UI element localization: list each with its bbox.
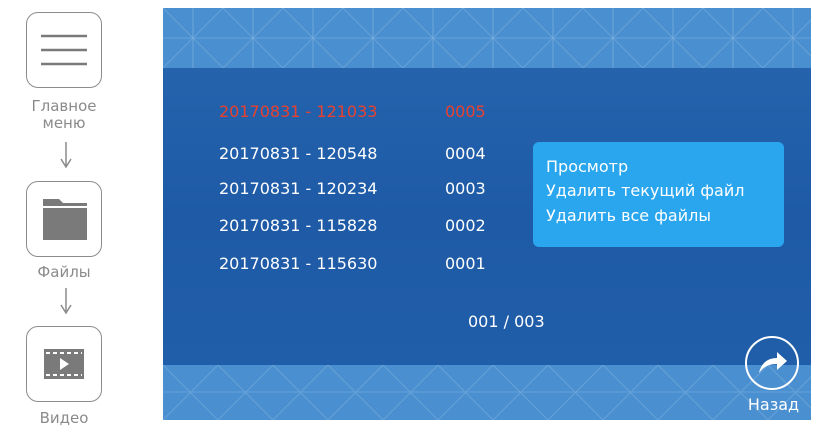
file-row[interactable]: 20170831 - 121033 0005	[219, 102, 519, 126]
file-number: 0002	[445, 216, 486, 235]
file-number: 0001	[445, 254, 486, 273]
context-menu: Просмотр Удалить текущий файл Удалить вс…	[533, 142, 784, 247]
files-button[interactable]	[26, 181, 102, 257]
file-row[interactable]: 20170831 - 115828 0002	[219, 216, 519, 240]
file-number: 0005	[445, 102, 486, 121]
film-icon	[43, 348, 84, 379]
decorative-band-top	[163, 8, 811, 68]
arrow-down-icon	[60, 288, 72, 315]
breadcrumb: Главное меню Файлы Видео	[0, 0, 156, 427]
main-menu-button[interactable]	[26, 12, 102, 88]
file-browser-screen: 20170831 - 121033 0005 20170831 - 120548…	[163, 8, 811, 420]
file-number: 0004	[445, 144, 486, 163]
hamburger-icon	[40, 34, 87, 65]
video-button[interactable]	[26, 326, 102, 402]
file-name: 20170831 - 120234	[219, 179, 378, 198]
file-name: 20170831 - 115828	[219, 216, 378, 235]
files-label: Файлы	[37, 263, 91, 281]
back-button[interactable]: Назад	[736, 332, 811, 418]
video-label: Видео	[39, 409, 89, 427]
back-label: Назад	[747, 395, 800, 414]
decorative-band-bottom	[163, 365, 811, 420]
file-row[interactable]: 20170831 - 120548 0004	[219, 144, 519, 168]
menu-item-delete-current[interactable]: Удалить текущий файл	[546, 181, 744, 200]
file-name: 20170831 - 120548	[219, 144, 378, 163]
file-number: 0003	[445, 179, 486, 198]
share-arrow-icon	[745, 336, 799, 390]
arrow-down-icon	[60, 142, 72, 169]
page-indicator: 001 / 003	[468, 312, 545, 331]
menu-item-view[interactable]: Просмотр	[546, 157, 628, 176]
main-menu-label: Главное меню	[31, 97, 97, 132]
file-name: 20170831 - 115630	[219, 254, 378, 273]
menu-item-delete-all[interactable]: Удалить все файлы	[546, 206, 711, 225]
folder-icon	[42, 198, 87, 240]
file-name: 20170831 - 121033	[219, 102, 378, 121]
file-row[interactable]: 20170831 - 115630 0001	[219, 254, 519, 278]
file-row[interactable]: 20170831 - 120234 0003	[219, 179, 519, 203]
